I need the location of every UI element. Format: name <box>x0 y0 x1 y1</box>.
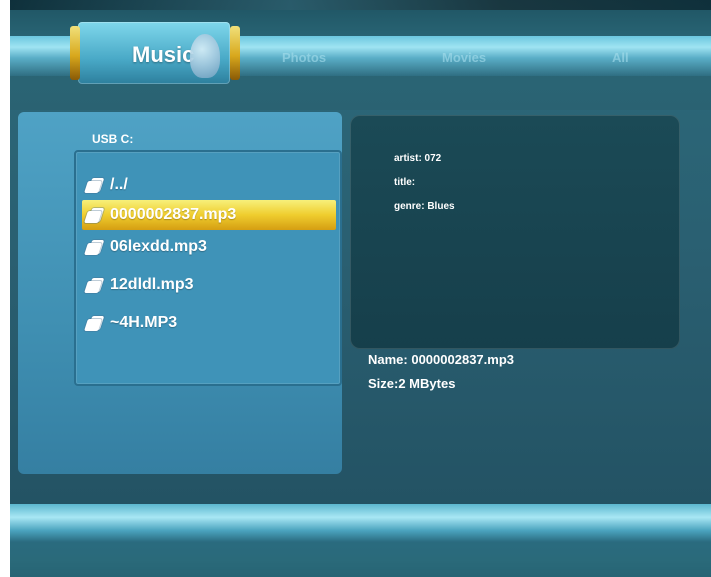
file-list: /../ 0000002837.mp3 06lexdd.mp3 12dldl.m… <box>74 150 342 386</box>
file-item-label: ~4H.MP3 <box>110 314 178 331</box>
tab-photos[interactable]: Photos <box>282 50 326 65</box>
file-item[interactable]: /../ <box>82 170 336 200</box>
artist-field: artist: 072 <box>394 153 442 164</box>
genre-field: genre: Blues <box>394 201 455 212</box>
file-item[interactable]: ~4H.MP3 <box>82 308 336 338</box>
folder-icon <box>84 176 105 194</box>
file-name: Name: 0000002837.mp3 <box>368 352 514 367</box>
tab-music-label: Music <box>132 42 195 67</box>
metadata-panel: artist: 072 title: genre: Blues <box>350 115 680 349</box>
file-item-label: 0000002837.mp3 <box>110 206 237 223</box>
file-item-label: /../ <box>110 176 128 193</box>
file-item-label: 12dldl.mp3 <box>110 276 194 293</box>
top-noise <box>10 0 711 10</box>
audio-file-icon <box>84 206 105 224</box>
bottom-strip <box>10 504 711 542</box>
tab-all[interactable]: All <box>612 50 629 65</box>
tab-right-bracket <box>230 26 240 80</box>
media-browser-screen: Music Photos Movies All USB C: /../ 0000… <box>10 0 711 577</box>
file-item[interactable]: 06lexdd.mp3 <box>82 232 336 262</box>
audio-file-icon <box>84 276 105 294</box>
music-icon <box>190 34 220 78</box>
file-item[interactable]: 12dldl.mp3 <box>82 270 336 300</box>
audio-file-icon <box>84 314 105 332</box>
audio-file-icon <box>84 238 105 256</box>
tab-left-bracket <box>70 26 80 80</box>
bottom-bar <box>10 542 711 577</box>
tab-movies[interactable]: Movies <box>442 50 486 65</box>
title-field: title: <box>394 177 416 188</box>
tab-music[interactable]: Music <box>70 22 240 84</box>
file-item-label: 06lexdd.mp3 <box>110 238 207 255</box>
file-size: Size:2 MBytes <box>368 376 456 391</box>
file-browser-panel: USB C: /../ 0000002837.mp3 06lexdd.mp3 1… <box>18 112 342 474</box>
file-item-selected[interactable]: 0000002837.mp3 <box>82 200 336 230</box>
browser-path: USB C: <box>92 132 134 146</box>
